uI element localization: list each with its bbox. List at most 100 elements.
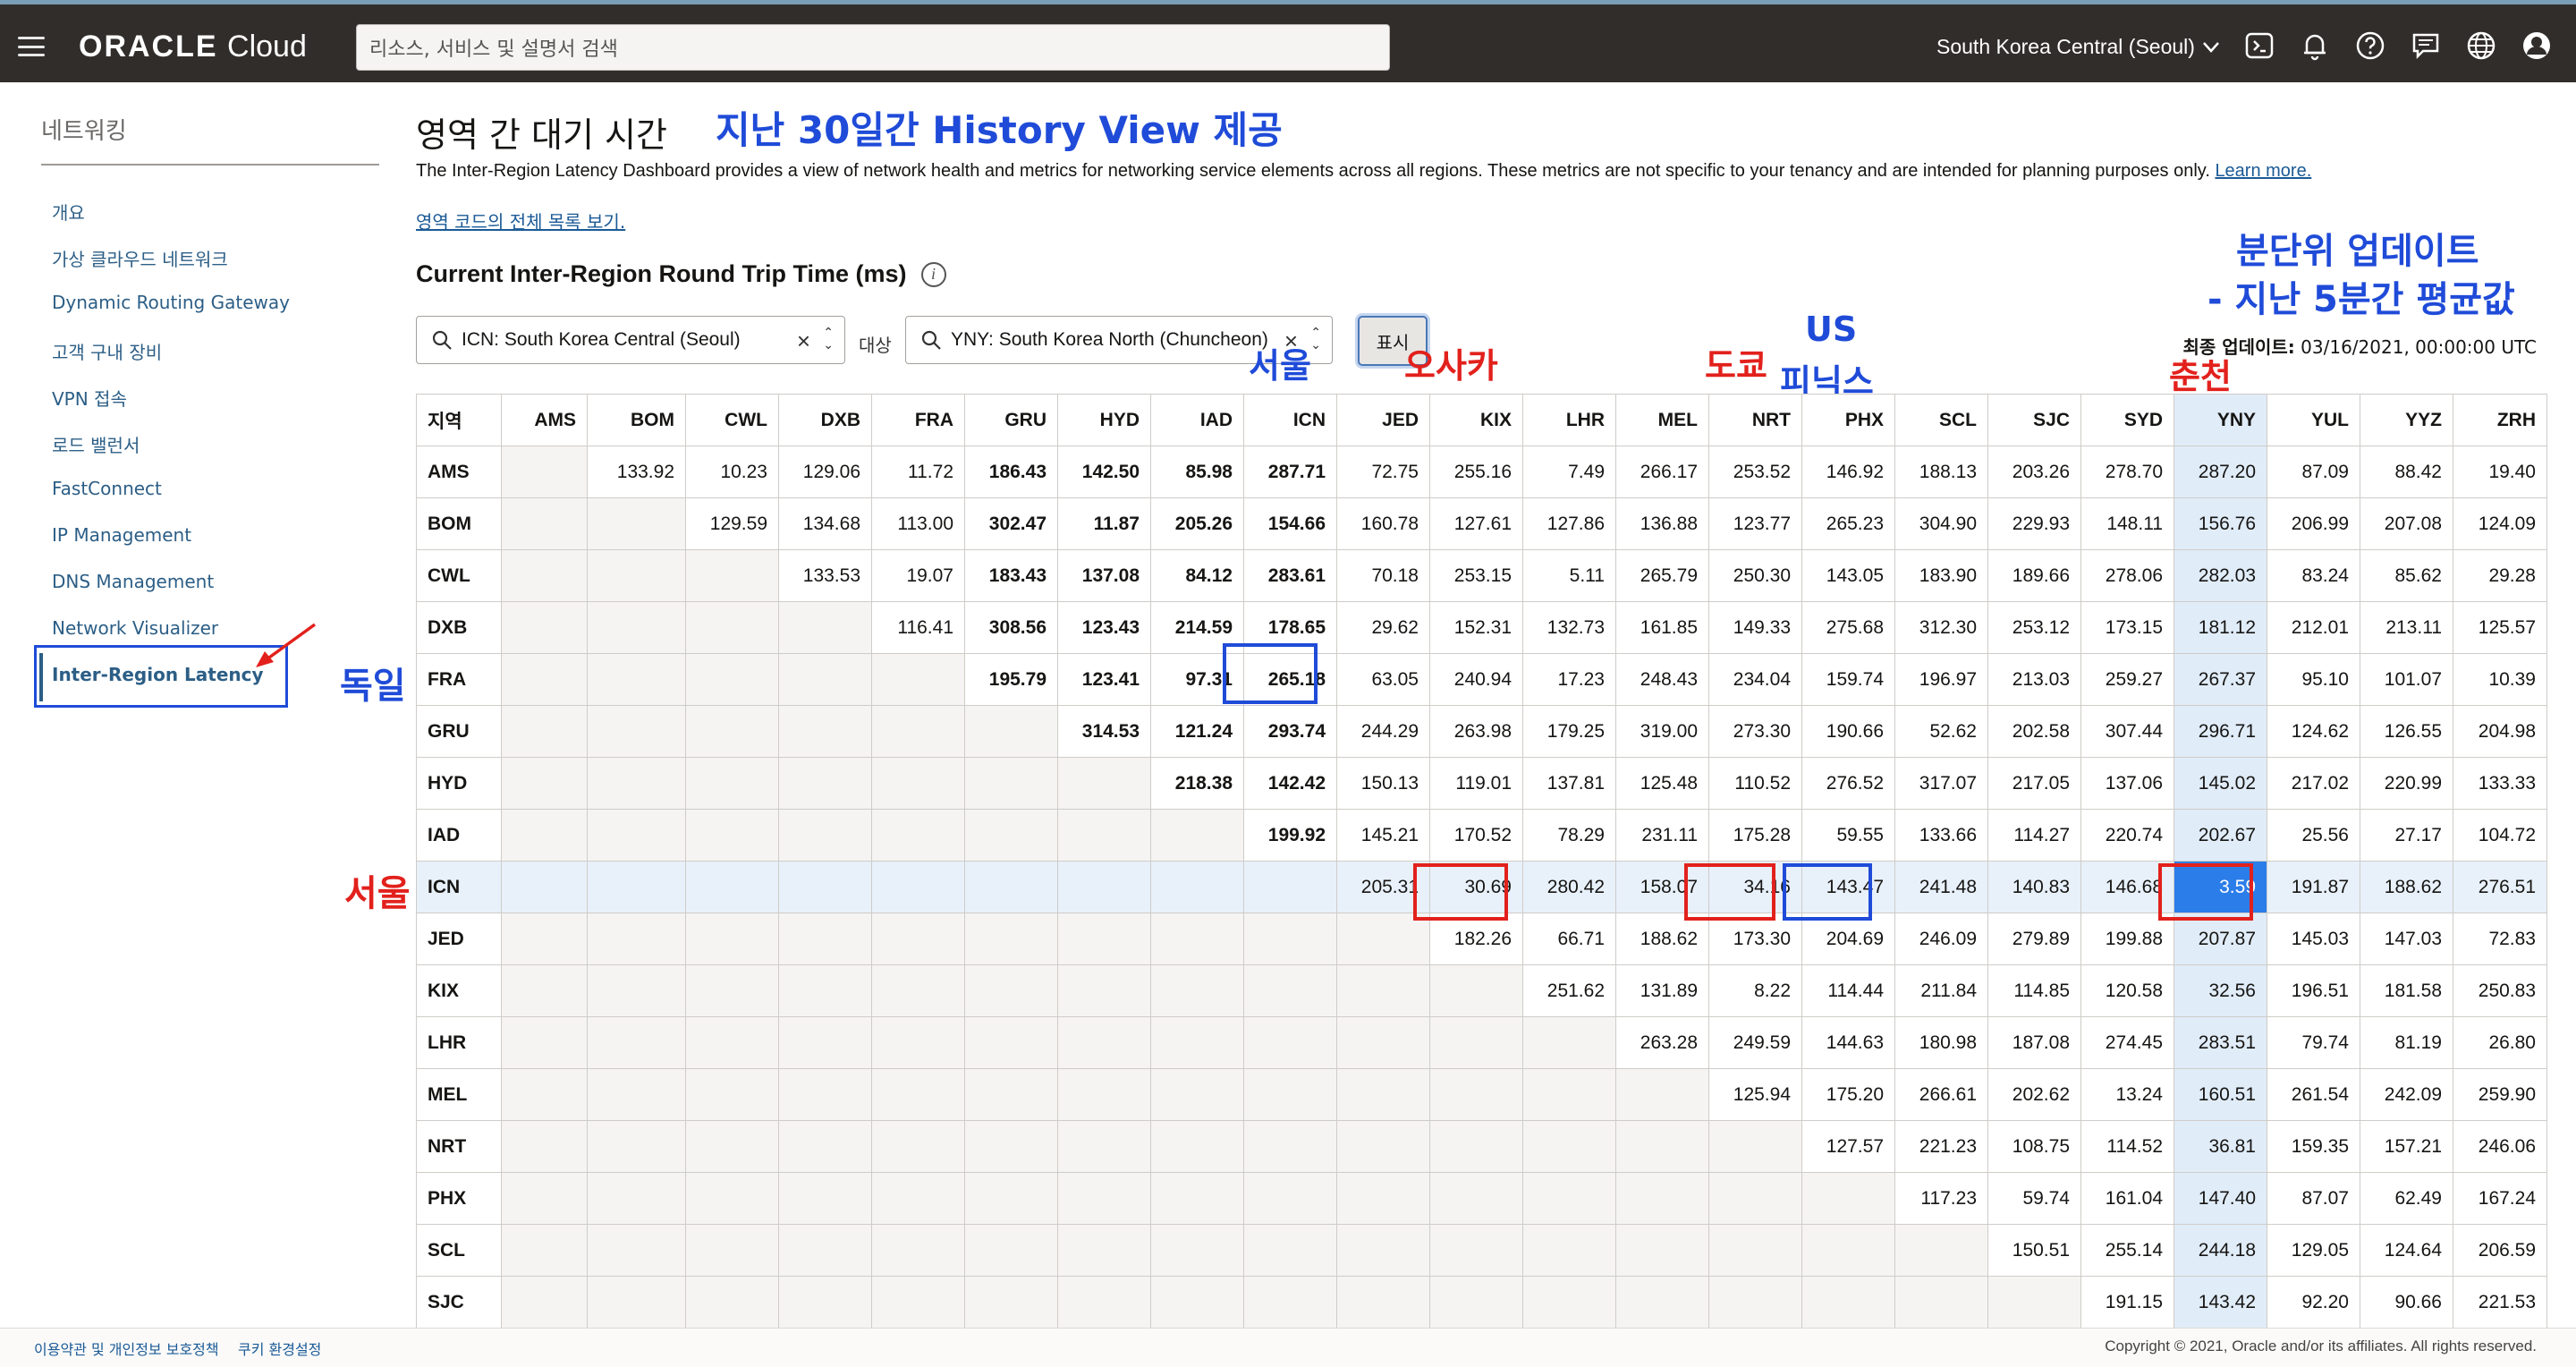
empty-cell — [1336, 1016, 1430, 1069]
sidebar-item-load-balancer[interactable]: 로드 밸런서 — [52, 431, 140, 457]
sidebar-item-overview[interactable]: 개요 — [52, 199, 85, 225]
empty-cell — [587, 809, 686, 862]
latency-cell: 159.35 — [2267, 1120, 2360, 1173]
latency-cell: 275.68 — [1801, 601, 1895, 654]
latency-cell: 142.42 — [1243, 757, 1337, 810]
empty-cell — [778, 1224, 872, 1277]
empty-cell — [685, 653, 779, 706]
latency-cell: 196.97 — [1894, 653, 1988, 706]
latency-cell: 136.88 — [1615, 497, 1709, 550]
latency-cell: 312.30 — [1894, 601, 1988, 654]
empty-cell — [1150, 1276, 1244, 1329]
annotation-minute-update: 분단위 업데이트 — [2236, 231, 2479, 272]
source-region-select[interactable]: ICN: South Korea Central (Seoul) × ⌃ ⌄ — [416, 316, 845, 364]
latency-cell: 143.05 — [1801, 549, 1895, 602]
terminal-icon[interactable] — [2243, 30, 2275, 62]
latency-cell: 188.13 — [1894, 446, 1988, 498]
annotation-seoul-column: 서울 — [1249, 346, 1311, 386]
empty-cell — [1429, 1172, 1523, 1225]
column-header-scl: SCL — [1894, 394, 1988, 446]
latency-cell: 17.23 — [1522, 653, 1616, 706]
empty-cell — [1243, 913, 1337, 965]
latency-cell: 124.09 — [2453, 497, 2547, 550]
region-codes-link[interactable]: 영역 코드의 전체 목록 보기. — [416, 208, 625, 233]
empty-cell — [1057, 757, 1151, 810]
latency-cell: 261.54 — [2267, 1068, 2360, 1121]
sidebar-item-fastconnect[interactable]: FastConnect — [52, 478, 162, 499]
empty-cell — [685, 809, 779, 862]
latency-cell: 319.00 — [1615, 705, 1709, 758]
latency-cell: 267.37 — [2174, 653, 2267, 706]
sidebar-item-vcn[interactable]: 가상 클라우드 네트워크 — [52, 245, 228, 271]
row-header-lhr: LHR — [416, 1016, 502, 1069]
latency-cell: 283.61 — [1243, 549, 1337, 602]
empty-cell — [778, 1172, 872, 1225]
bell-icon[interactable] — [2299, 30, 2331, 62]
empty-cell — [685, 1224, 779, 1277]
empty-cell — [1057, 861, 1151, 913]
empty-cell — [1615, 1224, 1709, 1277]
empty-cell — [501, 913, 588, 965]
sidebar-item-ip-management[interactable]: IP Management — [52, 524, 191, 546]
sidebar-item-network-visualizer[interactable]: Network Visualizer — [52, 617, 218, 639]
empty-cell — [964, 861, 1058, 913]
sidebar-item-cpe[interactable]: 고객 구내 장비 — [52, 338, 162, 364]
user-icon[interactable] — [2521, 30, 2553, 62]
empty-cell — [587, 1172, 686, 1225]
empty-cell — [871, 861, 965, 913]
empty-cell — [1429, 1016, 1523, 1069]
latency-cell: 59.55 — [1801, 809, 1895, 862]
empty-cell — [1522, 1016, 1616, 1069]
oracle-cloud-logo[interactable]: ORACLE Cloud — [79, 30, 307, 64]
empty-cell — [1150, 861, 1244, 913]
latency-cell: 250.30 — [1708, 549, 1802, 602]
latency-cell: 207.87 — [2174, 913, 2267, 965]
latency-cell: 182.26 — [1429, 913, 1523, 965]
sidebar-item-drg[interactable]: Dynamic Routing Gateway — [52, 292, 290, 313]
cookie-preferences-link[interactable]: 쿠키 환경설정 — [238, 1337, 321, 1359]
latency-cell: 144.63 — [1801, 1016, 1895, 1069]
empty-cell — [778, 601, 872, 654]
info-icon[interactable]: i — [920, 261, 946, 287]
latency-cell: 212.01 — [2267, 601, 2360, 654]
empty-cell — [1522, 1276, 1616, 1329]
empty-cell — [587, 653, 686, 706]
latency-cell: 110.52 — [1708, 757, 1802, 810]
latency-cell: 191.15 — [2080, 1276, 2174, 1329]
empty-cell — [587, 601, 686, 654]
latency-cell: 36.81 — [2174, 1120, 2267, 1173]
latency-cell: 217.05 — [1987, 757, 2081, 810]
latency-cell: 129.06 — [778, 446, 872, 498]
empty-cell — [778, 1068, 872, 1121]
empty-cell — [964, 1120, 1058, 1173]
menu-icon[interactable] — [18, 37, 45, 56]
chat-icon[interactable] — [2410, 30, 2442, 62]
latency-cell: 302.47 — [964, 497, 1058, 550]
empty-cell — [1429, 1120, 1523, 1173]
search-input[interactable]: 리소스, 서비스 및 설명서 검색 — [356, 24, 1390, 71]
sidebar-item-dns[interactable]: DNS Management — [52, 571, 214, 592]
latency-cell: 314.53 — [1057, 705, 1151, 758]
help-icon[interactable] — [2354, 30, 2386, 62]
globe-icon[interactable] — [2465, 30, 2497, 62]
empty-cell — [587, 861, 686, 913]
latency-cell: 137.06 — [2080, 757, 2174, 810]
region-selector[interactable]: South Korea Central (Seoul) — [1936, 35, 2220, 59]
learn-more-link[interactable]: Learn more. — [2215, 161, 2311, 181]
sidebar-item-vpn[interactable]: VPN 접속 — [52, 385, 127, 411]
empty-cell — [1429, 1224, 1523, 1277]
latency-cell: 175.20 — [1801, 1068, 1895, 1121]
latency-cell: 287.20 — [2174, 446, 2267, 498]
latency-cell: 240.94 — [1429, 653, 1523, 706]
latency-cell: 278.70 — [2080, 446, 2174, 498]
latency-cell: 120.58 — [2080, 964, 2174, 1017]
annotation-us: US — [1805, 310, 1858, 349]
empty-cell — [1150, 1068, 1244, 1121]
row-header-icn: ICN — [416, 861, 502, 913]
latency-cell: 78.29 — [1522, 809, 1616, 862]
empty-cell — [1336, 1172, 1430, 1225]
latency-cell: 199.92 — [1243, 809, 1337, 862]
empty-cell — [1057, 1172, 1151, 1225]
terms-link[interactable]: 이용약관 및 개인정보 보호정책 — [34, 1337, 219, 1359]
clear-icon[interactable]: × — [797, 327, 810, 355]
